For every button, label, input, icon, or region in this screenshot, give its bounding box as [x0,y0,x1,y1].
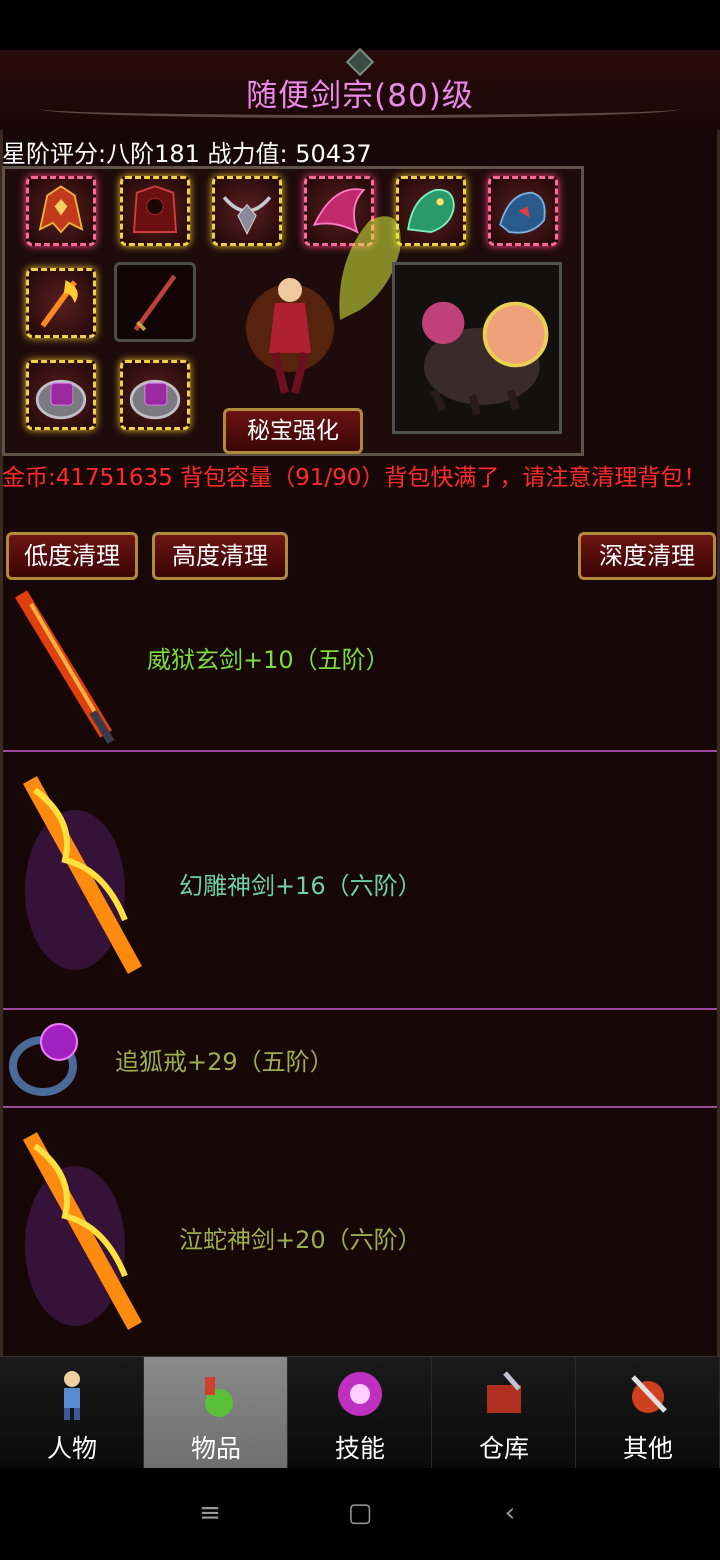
tab-items[interactable]: 物品 [144,1357,288,1469]
beast-slot[interactable] [488,176,558,246]
tab-character[interactable]: 人物 [0,1357,144,1469]
system-nav-bar: ≡ ▢ ‹ [0,1468,720,1560]
tab-warehouse[interactable]: 仓库 [432,1357,576,1469]
character-icon [64,1371,80,1420]
armor-slot[interactable] [120,176,190,246]
menu-icon[interactable]: ≡ [190,1498,230,1532]
score-line: 星阶评分:八阶181 战力值: 50437 [2,140,372,168]
bottom-tab-bar: 人物 物品 技能 仓库 其他 [0,1356,720,1469]
tab-skills[interactable]: 技能 [288,1357,432,1469]
tab-label: 其他 [622,1434,673,1463]
pet-display[interactable] [392,262,562,434]
high-clean-button[interactable]: 高度清理 [152,532,288,580]
back-icon[interactable]: ‹ [490,1498,530,1532]
item-name: 幻雕神剑+16（六阶） [179,872,422,900]
item-name: 威狱玄剑+10（五阶） [147,646,390,674]
helmet-slot[interactable] [26,176,96,246]
bracer-slot[interactable] [26,268,96,338]
character-portrait [246,278,334,394]
gem-ring-icon [129,379,181,420]
tab-label: 物品 [190,1434,241,1463]
necklace-icon [222,196,272,235]
necklace-slot[interactable] [212,176,282,246]
flame-sword-icon [22,1132,143,1330]
flame-staff-icon [40,280,78,328]
sword-icon [133,274,177,332]
low-clean-button[interactable]: 低度清理 [6,532,138,580]
beast-icon [499,191,546,234]
ring-icon [9,1023,78,1096]
armor-icon [132,185,178,233]
tab-label: 人物 [46,1434,97,1463]
mibao-enhance-button[interactable]: 秘宝强化 [223,408,363,454]
item-name: 追狐戒+29（五阶） [115,1048,334,1076]
home-icon[interactable]: ▢ [340,1498,380,1532]
tab-other[interactable]: 其他 [576,1357,720,1469]
warehouse-icon [487,1371,521,1413]
flame-sword-icon [22,776,143,974]
potion-icon [205,1377,233,1417]
status-bar [0,0,720,50]
tab-label: 技能 [334,1434,385,1463]
list-item[interactable]: 追狐戒+29（五阶） [3,1010,717,1108]
item-name: 泣蛇神剑+20（六阶） [179,1226,422,1254]
list-item[interactable]: 幻雕神剑+16（六阶） [3,752,717,1010]
page-title: 随便剑宗(80)级 [246,78,474,114]
weapon-slot[interactable] [114,262,196,342]
tab-label: 仓库 [478,1434,529,1463]
skill-orb-icon [338,1372,382,1416]
deep-clean-button[interactable]: 深度清理 [578,532,716,580]
ring-left-slot[interactable] [26,360,96,430]
sword-icon [15,590,115,745]
gold-capacity-warning: 金币:41751635 背包容量（91/90）背包快满了，请注意清理背包！ [2,465,707,491]
other-icon [631,1375,667,1413]
pet-icon [422,301,549,416]
gem-ring-icon [35,379,87,420]
list-item[interactable]: 泣蛇神剑+20（六阶） [3,1108,717,1356]
list-item[interactable]: 威狱玄剑+10（五阶） [3,580,717,752]
helmet-icon [38,185,84,234]
ring-right-slot[interactable] [120,360,190,430]
